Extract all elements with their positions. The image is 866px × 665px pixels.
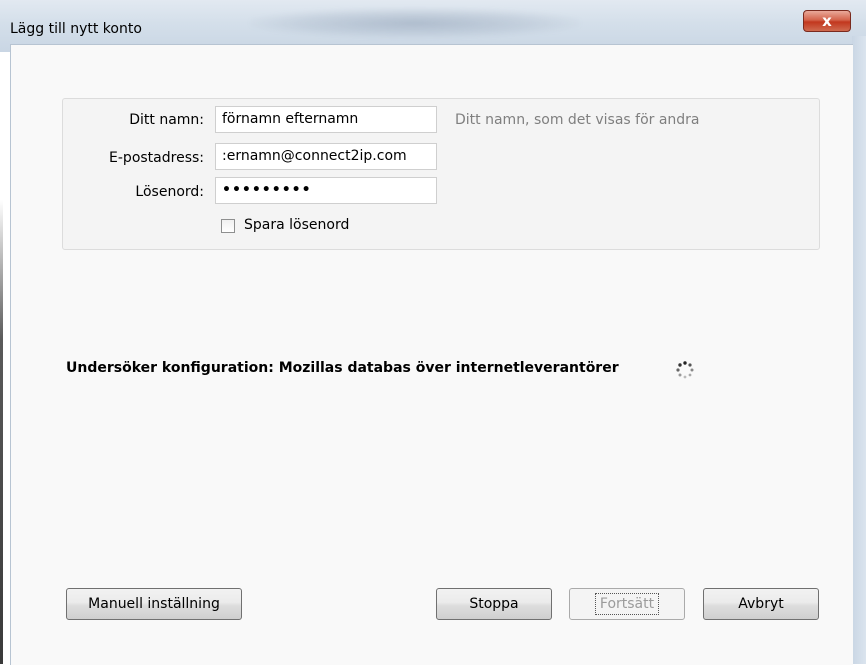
continue-button-label: Fortsätt [594,593,660,615]
close-button[interactable]: x [803,10,851,32]
stop-button-label: Stoppa [469,596,519,612]
blurred-background-title [250,8,580,38]
email-label-text: E-postadress: [109,150,204,166]
continue-button[interactable]: Fortsätt [569,588,685,620]
email-label: E-postadress: [64,150,204,166]
password-label: Lösenord: [64,184,204,200]
password-input[interactable]: ••••••••• [215,177,437,204]
password-label-text: Lösenord: [135,184,204,200]
cancel-button[interactable]: Avbryt [703,588,819,620]
manual-setup-button-label: Manuell inställning [88,596,220,612]
dialog-window: Lägg till nytt konto x Ditt namn: förnam… [0,0,866,665]
window-frame-left [0,200,3,664]
name-label: Ditt namn: [64,112,204,128]
save-password-checkbox[interactable] [221,219,235,233]
name-hint: Ditt namn, som det visas för andra [455,112,700,128]
manual-setup-button[interactable]: Manuell inställning [66,588,242,620]
stop-button[interactable]: Stoppa [436,588,552,620]
window-title: Lägg till nytt konto [10,21,142,37]
name-input[interactable]: förnamn efternamn [215,106,437,133]
email-input[interactable]: :ernamn@connect2ip.com [215,143,437,170]
close-icon: x [822,12,832,30]
status-text: Undersöker konfiguration: Mozillas datab… [66,360,619,376]
window-frame-right [852,36,866,664]
loading-spinner-icon [676,361,694,379]
save-password-label[interactable]: Spara lösenord [244,217,349,233]
cancel-button-label: Avbryt [738,596,784,612]
name-label-text: Ditt namn: [129,112,204,128]
